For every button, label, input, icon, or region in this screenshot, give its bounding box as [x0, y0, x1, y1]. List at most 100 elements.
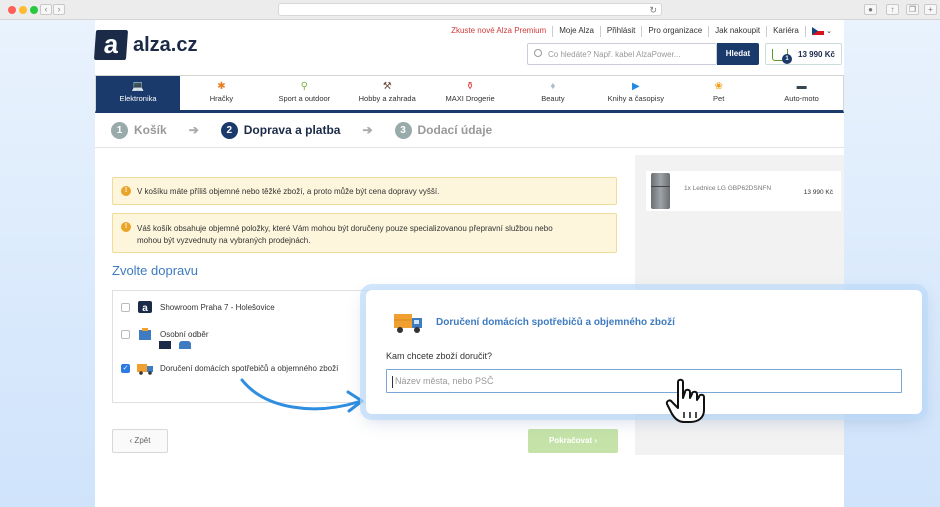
category-nav: 💻 Elektronika ✱ Hračky ⚲ Sport a outdoor…: [95, 75, 844, 113]
category-pet[interactable]: ❀ Pet: [677, 76, 760, 110]
czech-flag-icon: [811, 26, 824, 35]
fridge-image: [651, 173, 670, 209]
store-icon: a: [136, 300, 154, 314]
city-zip-input[interactable]: Název města, nebo PSČ: [386, 369, 902, 393]
step-number: 1: [111, 121, 128, 139]
paw-icon: ❀: [714, 81, 723, 92]
notice-special-carrier: ! Váš košík obsahuje objemné položky, kt…: [112, 213, 617, 253]
language-selector[interactable]: ⌄: [804, 26, 838, 37]
step-label: Doprava a platba: [243, 123, 341, 137]
step-label: Dodací údaje: [417, 123, 493, 137]
back-nav-icon[interactable]: ‹: [40, 4, 52, 15]
category-sport[interactable]: ⚲ Sport a outdoor: [263, 76, 346, 110]
shipping-option-showroom[interactable]: a Showroom Praha 7 - Holešovice: [121, 300, 275, 314]
link-organizations[interactable]: Pro organizace: [641, 26, 708, 37]
option-checkbox-checked[interactable]: ✓: [121, 363, 130, 373]
option-checkbox[interactable]: [121, 329, 130, 339]
svg-text:a: a: [142, 303, 148, 314]
category-label: MAXI Drogerie: [445, 94, 495, 103]
arrow-right-icon: ➔: [362, 123, 373, 137]
close-window-icon[interactable]: [8, 6, 16, 14]
delivery-popup: Doručení domácích spotřebičů a objemného…: [366, 290, 922, 414]
spray-icon: ⚱: [465, 81, 475, 92]
link-premium[interactable]: Zkuste nové Alza Premium: [445, 26, 552, 37]
bike-icon: ⚲: [300, 81, 308, 92]
step-shipping: 2 Doprava a platba: [220, 121, 341, 139]
alza-logo[interactable]: a alza.cz: [93, 28, 225, 62]
text-caret: [392, 376, 393, 388]
divider: [95, 147, 844, 148]
option-label: Osobní odběr: [160, 329, 209, 339]
back-button[interactable]: ‹ Zpět: [112, 429, 168, 453]
category-hobby[interactable]: ⚒ Hobby a zahrada: [346, 76, 429, 110]
logo-mark-icon: a: [93, 29, 129, 60]
category-auto-moto[interactable]: ▬ Auto-moto: [760, 76, 843, 110]
car-small-icon: [179, 341, 191, 349]
step-number: 3: [394, 121, 412, 139]
link-how-to-buy[interactable]: Jak nakoupit: [708, 26, 766, 37]
cart-button[interactable]: 1 13 990 Kč: [765, 43, 842, 65]
browser-toolbar: ‹ › ↻ ● ↑ ❐ +: [0, 0, 940, 20]
summary-item-name: 1x Lednice LG GBP62DSNFN: [684, 185, 772, 192]
category-beauty[interactable]: ♦ Beauty: [512, 76, 595, 110]
option-checkbox[interactable]: [121, 302, 130, 312]
category-hracky[interactable]: ✱ Hračky: [180, 76, 263, 110]
pickup-box-icon: [136, 327, 154, 341]
car-icon: ▬: [796, 81, 807, 92]
category-label: Auto-moto: [784, 94, 819, 103]
delivery-truck-icon: [136, 361, 154, 375]
category-label: Hobby a zahrada: [358, 94, 416, 103]
summary-item-price: 13 990 Kč: [803, 189, 833, 196]
category-label: Knihy a časopisy: [607, 94, 664, 103]
reload-icon[interactable]: ↻: [649, 4, 657, 16]
popup-title: Doručení domácích spotřebičů a objemného…: [436, 317, 675, 328]
search-placeholder: Co hledáte? Např. kabel AlzaPower...: [548, 50, 681, 59]
continue-button[interactable]: Pokračovat ›: [528, 429, 618, 453]
delivery-truck-icon: [392, 310, 424, 334]
arrow-right-icon: ➔: [188, 123, 199, 137]
city-zip-placeholder: Název města, nebo PSČ: [395, 376, 494, 386]
address-bar[interactable]: ↻: [278, 3, 662, 16]
shipping-option-pickup[interactable]: Osobní odběr: [121, 327, 208, 341]
step-cart[interactable]: 1 Košík: [111, 121, 167, 139]
notice-bulky: ! V košíku máte příliš objemné nebo těžk…: [112, 177, 617, 205]
link-login[interactable]: Přihlásit: [599, 26, 641, 37]
link-my-alza[interactable]: Moje Alza: [552, 26, 600, 37]
shipping-heading: Zvolte dopravu: [112, 263, 198, 278]
search-input[interactable]: Co hledáte? Např. kabel AlzaPower...: [527, 43, 717, 65]
page: a alza.cz Zkuste nové Alza Premium Moje …: [93, 20, 844, 507]
category-label: Elektronika: [119, 94, 157, 103]
cart-price: 13 990 Kč: [798, 50, 835, 59]
forward-nav-icon[interactable]: ›: [53, 4, 65, 15]
callout-arrow-icon: [240, 378, 364, 413]
share-icon[interactable]: ↑: [886, 4, 899, 15]
search-button[interactable]: Hledat: [717, 43, 759, 65]
top-links: Zkuste nové Alza Premium Moje Alza Přihl…: [445, 26, 838, 37]
step-delivery-details: 3 Dodací údaje: [394, 121, 493, 139]
link-career[interactable]: Kariéra: [766, 26, 805, 37]
warning-icon: !: [121, 222, 131, 232]
downloads-icon[interactable]: ●: [864, 4, 877, 15]
warning-icon: !: [121, 186, 131, 196]
category-label: Beauty: [541, 94, 565, 103]
tabs-icon[interactable]: ❐: [906, 4, 919, 15]
new-tab-icon[interactable]: +: [924, 4, 937, 15]
store-small-icon: [159, 341, 171, 349]
maximize-window-icon[interactable]: [30, 6, 38, 14]
drill-icon: ⚒: [382, 81, 392, 92]
laptop-icon: 💻: [131, 81, 145, 92]
logo-text: alza.cz: [133, 34, 198, 56]
step-label: Košík: [134, 123, 167, 137]
pickup-sub-icons: [159, 341, 191, 349]
category-elektronika[interactable]: 💻 Elektronika: [96, 76, 180, 110]
category-knihy[interactable]: ▶ Knihy a časopisy: [594, 76, 677, 110]
search-icon: [534, 49, 542, 57]
hand-pointer-icon: [665, 378, 705, 423]
minimize-window-icon[interactable]: [19, 6, 27, 14]
category-drogerie[interactable]: ⚱ MAXI Drogerie: [429, 76, 512, 110]
cart-count-badge: 1: [782, 54, 792, 64]
category-label: Pet: [713, 94, 725, 103]
category-label: Hračky: [209, 94, 234, 103]
notice-text: mohou být vyzvednuty na vybraných prodej…: [137, 236, 311, 245]
step-number: 2: [220, 121, 238, 139]
